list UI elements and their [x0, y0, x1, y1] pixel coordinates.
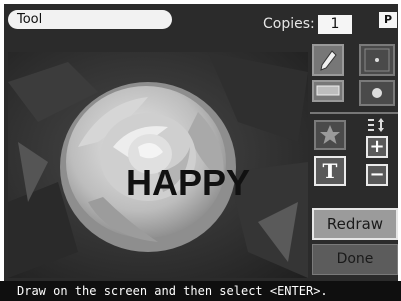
- pencil-icon: [320, 50, 337, 71]
- size-decrease-button[interactable]: −: [366, 164, 388, 186]
- star-stamp-icon: [320, 125, 340, 144]
- status-bar: Draw on the screen and then select <ENTE…: [0, 281, 401, 301]
- text-tool-icon: T: [322, 159, 338, 183]
- eraser-tool-button[interactable]: [312, 80, 344, 102]
- stamp-text[interactable]: HAPPY: [126, 162, 250, 204]
- copies-label: Copies:: [263, 16, 315, 32]
- pencil-tool-button[interactable]: [312, 44, 344, 76]
- large-brush-icon: [372, 88, 382, 98]
- large-brush-button[interactable]: [359, 80, 395, 106]
- done-button[interactable]: Done: [312, 244, 398, 275]
- drawing-canvas[interactable]: HAPPY: [8, 52, 308, 278]
- size-increase-button[interactable]: +: [366, 136, 388, 158]
- copies-value[interactable]: 1: [318, 15, 352, 34]
- print-badge: P: [379, 12, 397, 28]
- text-tool-button[interactable]: T: [314, 156, 346, 186]
- palette-divider: [310, 112, 398, 114]
- small-brush-button[interactable]: [359, 44, 395, 76]
- stamp-tool-button[interactable]: [314, 120, 346, 150]
- small-brush-icon: [364, 48, 390, 72]
- eraser-icon: [316, 85, 340, 96]
- redraw-button[interactable]: Redraw: [312, 208, 398, 240]
- tool-label: Tool: [8, 10, 172, 29]
- camera-screen: Tool Copies: 1 P HAPPY + T − Redraw Done: [4, 4, 398, 281]
- size-adjust-icon: [366, 116, 388, 134]
